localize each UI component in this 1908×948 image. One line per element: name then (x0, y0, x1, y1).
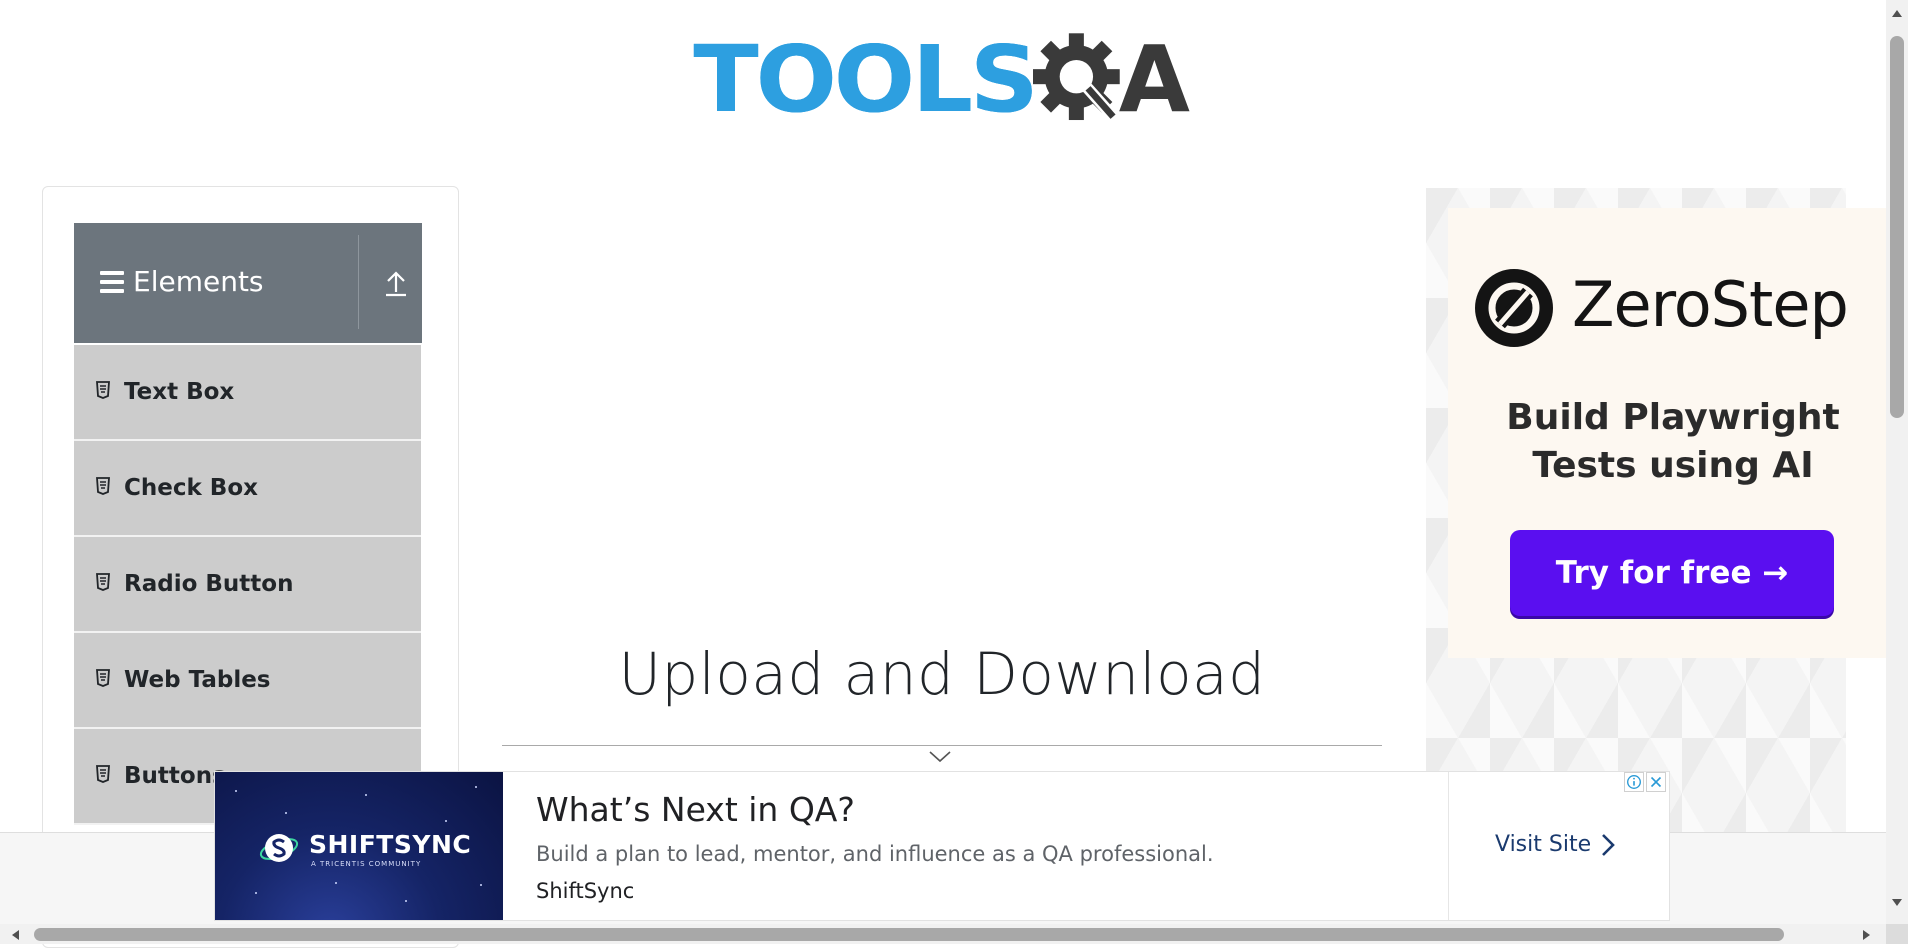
ad-brand: ZeroStep (1572, 268, 1849, 341)
upload-arrow-icon[interactable] (376, 263, 416, 303)
chevron-right-icon (1602, 833, 1615, 856)
sidebar-item-web-tables[interactable]: Web Tables (74, 633, 421, 729)
visit-site-label: Visit Site (1495, 832, 1592, 857)
sidebar-item-label: Check Box (124, 475, 258, 501)
scrollbar-corner (1886, 924, 1908, 944)
ad-image-brand: SHIFTSYNC (309, 830, 472, 859)
sidebar-item-label: Buttons (124, 763, 226, 789)
scroll-left-icon[interactable] (10, 929, 20, 941)
sidebar-group-elements[interactable]: Elements (74, 223, 422, 343)
html5-icon (96, 573, 110, 591)
visit-site-button[interactable]: Visit Site (1495, 832, 1615, 857)
ad-title[interactable]: What’s Next in QA? (536, 790, 855, 829)
chevron-down-icon[interactable] (928, 750, 952, 764)
ad-description: Build a plan to lead, mentor, and influe… (536, 842, 1214, 866)
sidebar-item-label: Text Box (124, 379, 235, 405)
vertical-scrollbar[interactable] (1886, 0, 1908, 924)
zerostep-logo-icon (1475, 269, 1553, 347)
vertical-scroll-thumb[interactable] (1890, 36, 1904, 418)
sidebar-item-check-box[interactable]: Check Box (74, 441, 421, 537)
html5-icon (96, 381, 110, 399)
html5-icon (96, 765, 110, 783)
scroll-up-icon[interactable] (1891, 8, 1903, 18)
sidebar-item-text-box[interactable]: Text Box (74, 345, 421, 441)
page-title: Upload and Download (618, 640, 1266, 708)
logo-text-tools: TOOLS (693, 26, 1038, 133)
divider (502, 745, 1382, 746)
gear-magnifier-icon (1033, 33, 1120, 123)
scroll-down-icon[interactable] (1891, 898, 1903, 908)
ad-shiftsync[interactable]: SHIFTSYNC A TRICENTIS COMMUNITY What’s N… (214, 771, 1670, 921)
shiftsync-logo-icon (259, 834, 299, 862)
divider (358, 235, 359, 329)
html5-icon (96, 669, 110, 687)
divider (1448, 772, 1449, 920)
logo-text-a: A (1118, 26, 1190, 133)
horizontal-scrollbar[interactable] (0, 924, 1886, 944)
ad-advertiser: ShiftSync (536, 879, 635, 903)
ad-info-icon[interactable] (1624, 772, 1644, 792)
ad-image[interactable]: SHIFTSYNC A TRICENTIS COMMUNITY (215, 772, 503, 920)
sidebar-item-label: Web Tables (124, 667, 271, 693)
site-logo[interactable]: TOOLS A (693, 22, 1190, 138)
sidebar-item-label: Radio Button (124, 571, 294, 597)
ad-tagline: Build Playwright Tests using AI (1506, 397, 1840, 486)
sidebar-item-radio-button[interactable]: Radio Button (74, 537, 421, 633)
scroll-right-icon[interactable] (1862, 929, 1872, 941)
ad-close-icon[interactable] (1646, 772, 1666, 792)
hamburger-icon (100, 271, 124, 293)
try-for-free-button[interactable]: Try for free → (1510, 530, 1834, 616)
html5-icon (96, 477, 110, 495)
horizontal-scroll-thumb[interactable] (34, 928, 1784, 941)
ad-image-subtitle: A TRICENTIS COMMUNITY (311, 860, 422, 868)
sidebar-group-title: Elements (133, 265, 264, 298)
ad-zerostep[interactable]: ZeroStep Build Playwright Tests using AI… (1448, 208, 1888, 658)
